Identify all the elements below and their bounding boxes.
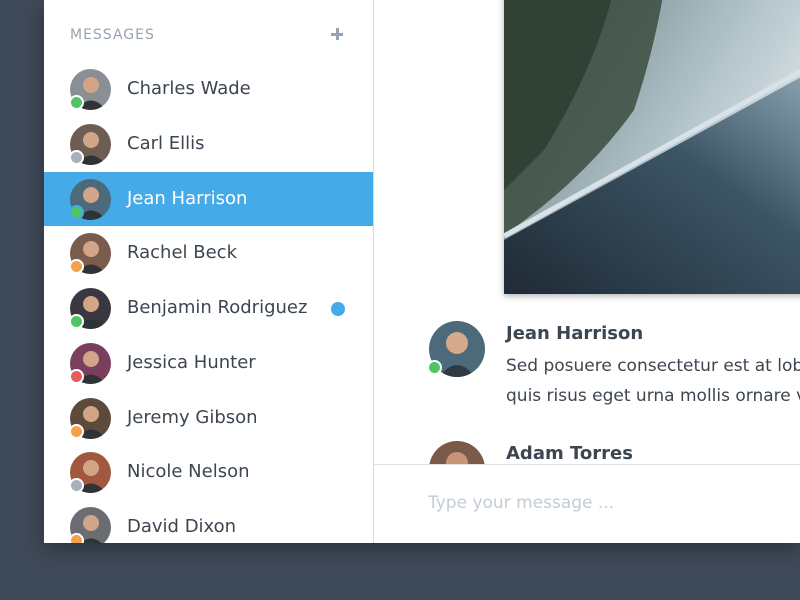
online-status-icon	[427, 360, 442, 375]
message-line: Sed posuere consectetur est at lobortis.	[506, 356, 800, 376]
contact-name: Charles Wade	[127, 78, 251, 99]
contact-name: Carl Ellis	[127, 132, 205, 154]
contact-name: Jessica Hunter	[127, 351, 256, 373]
away-status-icon	[69, 423, 84, 439]
contact-item[interactable]: Jessica Hunter	[44, 336, 373, 391]
avatar[interactable]	[429, 441, 485, 464]
contact-name: Benjamin Rodriguez	[127, 297, 308, 318]
contact-item[interactable]: Nicole Nelson	[44, 445, 373, 500]
message-author: Jean Harrison	[506, 323, 644, 344]
contact-name: Jeremy Gibson	[127, 406, 258, 428]
contact-name: Jean Harrison	[127, 187, 248, 209]
busy-status-icon	[69, 368, 84, 384]
contact-item[interactable]: Charles Wade	[44, 62, 373, 117]
plus-icon[interactable]	[327, 24, 347, 44]
unread-dot-icon	[331, 302, 345, 316]
sidebar-title: MESSAGES	[70, 27, 155, 43]
contact-name: Nicole Nelson	[127, 461, 250, 483]
contact-item[interactable]: Rachel Beck	[44, 226, 373, 281]
message-area: Jean Harrison Sed posuere consectetur es…	[374, 300, 800, 464]
away-status-icon	[69, 533, 84, 543]
contact-list: Charles Wade Carl Ellis Jean Harrison Rache…	[44, 62, 373, 543]
online-status-icon	[69, 314, 84, 329]
message-author: Adam Torres	[506, 443, 633, 464]
chat-panel: Jean Harrison Sed posuere consectetur es…	[374, 0, 800, 543]
contact-item[interactable]: Jeremy Gibson	[44, 391, 373, 446]
contact-item[interactable]: Benjamin Rodriguez	[44, 281, 373, 336]
messenger-window: MESSAGES Charles Wade Carl Ellis Jean Harr…	[44, 0, 800, 543]
sidebar-header: MESSAGES	[44, 0, 373, 70]
message-composer	[374, 464, 800, 543]
contact-item[interactable]: Carl Ellis	[44, 117, 373, 172]
message-line: quis risus eget urna mollis ornare vel e…	[506, 386, 800, 406]
contact-name: Rachel Beck	[127, 242, 237, 264]
contact-item[interactable]: David Dixon	[44, 500, 373, 543]
message-input[interactable]	[428, 490, 788, 516]
online-status-icon	[69, 204, 84, 220]
online-status-icon	[69, 95, 84, 110]
contact-item[interactable]: Jean Harrison	[44, 171, 373, 227]
offline-status-icon	[69, 149, 84, 165]
shared-photo[interactable]	[504, 0, 800, 294]
message-text: Sed posuere consectetur est at lobortis.…	[506, 351, 800, 411]
sidebar: MESSAGES Charles Wade Carl Ellis Jean Harr…	[44, 0, 374, 543]
contact-name: David Dixon	[127, 516, 237, 537]
